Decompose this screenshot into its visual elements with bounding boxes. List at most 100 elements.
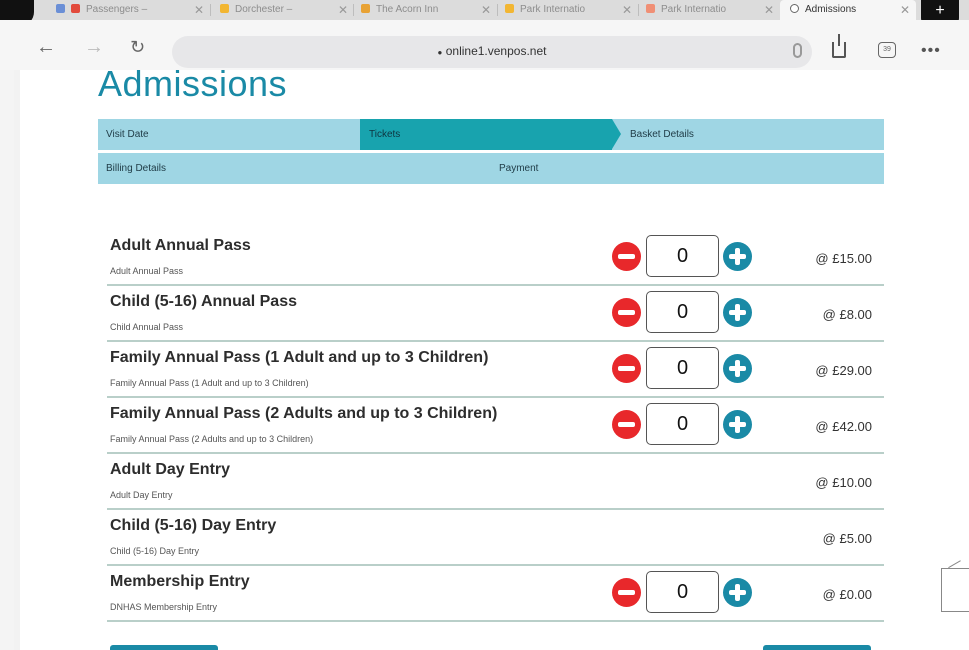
tab-separator: [638, 4, 639, 16]
continue-button[interactable]: [763, 645, 871, 650]
ticket-name: Child (5-16) Day Entry: [110, 517, 277, 534]
close-tab-icon[interactable]: ✕: [900, 0, 910, 20]
step-basket-details[interactable]: Basket Details: [630, 119, 694, 150]
share-icon[interactable]: [832, 34, 846, 58]
plus-circle-icon[interactable]: [723, 242, 752, 271]
quantity-input[interactable]: 0: [646, 291, 719, 333]
quantity-stepper: 0: [612, 347, 752, 391]
minus-circle-icon[interactable]: [612, 242, 641, 271]
browser-tab[interactable]: Park Internatio ✕: [505, 0, 632, 20]
ticket-price: @ £29.00: [815, 363, 872, 378]
minus-circle-icon[interactable]: [612, 410, 641, 439]
url-text: ● online1.venpos.net: [172, 44, 812, 58]
quantity-stepper: 0: [612, 291, 752, 335]
ticket-name: Membership Entry: [110, 573, 250, 590]
lock-icon: ●: [437, 48, 443, 57]
feedback-tab[interactable]: [941, 568, 969, 612]
ticket-row: Membership Entry DNHAS Membership Entry …: [107, 566, 884, 622]
browser-window: Passengers – ✕ Dorchester – ✕ The Acorn …: [0, 0, 969, 650]
ticket-row: Child (5-16) Day Entry Child (5-16) Day …: [107, 510, 884, 566]
minus-circle-icon[interactable]: [612, 354, 641, 383]
browser-toolbar: ← → ↻ ● online1.venpos.net 39 •••: [0, 20, 969, 70]
ticket-price: @ £15.00: [815, 251, 872, 266]
back-arrow-icon[interactable]: ←: [36, 37, 56, 57]
page-title: Admissions: [98, 70, 288, 104]
browser-tab[interactable]: Passengers – ✕: [56, 0, 204, 20]
checkout-steps-row-2: Billing Details Payment: [98, 153, 884, 184]
close-tab-icon[interactable]: ✕: [481, 0, 491, 20]
step-billing-details[interactable]: Billing Details: [106, 153, 166, 184]
tab-separator: [497, 4, 498, 16]
close-tab-icon[interactable]: ✕: [622, 0, 632, 20]
url-label: online1.venpos.net: [445, 44, 547, 58]
ticket-list: Adult Annual Pass Adult Annual Pass 0 @ …: [107, 230, 884, 622]
ticket-row: Adult Annual Pass Adult Annual Pass 0 @ …: [107, 230, 884, 286]
ticket-name: Child (5-16) Annual Pass: [110, 293, 297, 310]
reload-icon[interactable]: ↻: [130, 37, 145, 57]
ticket-price: @ £42.00: [815, 419, 872, 434]
favicon-icon: [71, 4, 80, 13]
ticket-row: Family Annual Pass (2 Adults and up to 3…: [107, 398, 884, 454]
quantity-stepper: 0: [612, 403, 752, 447]
checkout-steps-row-1: Visit Date Tickets Basket Details: [98, 119, 884, 150]
favicon-icon: [220, 4, 229, 13]
quantity-stepper: 0: [612, 235, 752, 279]
globe-icon: [790, 4, 799, 13]
tab-label: Park Internatio: [520, 4, 586, 15]
favicon-icon: [646, 4, 655, 13]
plus-circle-icon[interactable]: [723, 354, 752, 383]
favicon-icon: [56, 4, 65, 13]
quantity-input[interactable]: 0: [646, 235, 719, 277]
plus-icon: +: [935, 2, 945, 19]
ticket-name: Family Annual Pass (1 Adult and up to 3 …: [110, 349, 489, 366]
forward-arrow-icon[interactable]: →: [84, 37, 104, 57]
ticket-price: @ £10.00: [815, 475, 872, 490]
minus-circle-icon[interactable]: [612, 298, 641, 327]
more-menu-icon[interactable]: •••: [921, 42, 941, 60]
ticket-row: Child (5-16) Annual Pass Child Annual Pa…: [107, 286, 884, 342]
tabs-overview-button[interactable]: 39: [878, 42, 896, 58]
page-margin: [0, 70, 14, 650]
tab-separator: [210, 4, 211, 16]
browser-tab[interactable]: The Acorn Inn ✕: [361, 0, 491, 20]
admissions-page: Admissions Visit Date Tickets Basket Det…: [20, 70, 969, 650]
plus-circle-icon[interactable]: [723, 578, 752, 607]
ticket-name: Family Annual Pass (2 Adults and up to 3…: [110, 405, 498, 422]
close-tab-icon[interactable]: ✕: [764, 0, 774, 20]
ticket-price: @ £5.00: [822, 531, 872, 546]
browser-tab-active[interactable]: Admissions ✕: [780, 0, 916, 20]
tab-label: Passengers –: [86, 4, 148, 15]
favicon-icon: [505, 4, 514, 13]
ticket-description: Family Annual Pass (2 Adults and up to 3…: [110, 434, 314, 444]
microphone-icon[interactable]: [793, 43, 802, 58]
step-payment[interactable]: Payment: [499, 153, 538, 184]
plus-circle-icon[interactable]: [723, 410, 752, 439]
ticket-name: Adult Annual Pass: [110, 237, 251, 254]
step-visit-date[interactable]: Visit Date: [106, 119, 149, 150]
browser-tab[interactable]: Park Internatio ✕: [646, 0, 774, 20]
tab-label: The Acorn Inn: [376, 4, 439, 15]
quantity-input[interactable]: 0: [646, 403, 719, 445]
favicon-icon: [361, 4, 370, 13]
quantity-input[interactable]: 0: [646, 347, 719, 389]
tab-strip: Passengers – ✕ Dorchester – ✕ The Acorn …: [0, 0, 969, 26]
close-tab-icon[interactable]: ✕: [194, 0, 204, 20]
browser-tab[interactable]: Dorchester – ✕: [220, 0, 348, 20]
tab-label: Dorchester –: [235, 4, 293, 15]
tab-label: Park Internatio: [661, 4, 727, 15]
ticket-row: Family Annual Pass (1 Adult and up to 3 …: [107, 342, 884, 398]
ticket-description: Adult Day Entry: [110, 490, 173, 500]
ticket-description: DNHAS Membership Entry: [110, 602, 218, 612]
plus-circle-icon[interactable]: [723, 298, 752, 327]
quantity-input[interactable]: 0: [646, 571, 719, 613]
ticket-row: Adult Day Entry Adult Day Entry @ £10.00: [107, 454, 884, 510]
address-bar[interactable]: ● online1.venpos.net: [172, 36, 812, 68]
step-tickets[interactable]: Tickets: [360, 119, 621, 150]
close-tab-icon[interactable]: ✕: [338, 0, 348, 20]
ticket-name: Adult Day Entry: [110, 461, 231, 478]
minus-circle-icon[interactable]: [612, 578, 641, 607]
tab-separator: [353, 4, 354, 16]
tab-label: Admissions: [805, 4, 857, 15]
ticket-description: Adult Annual Pass: [110, 266, 184, 276]
back-button[interactable]: [110, 645, 218, 650]
